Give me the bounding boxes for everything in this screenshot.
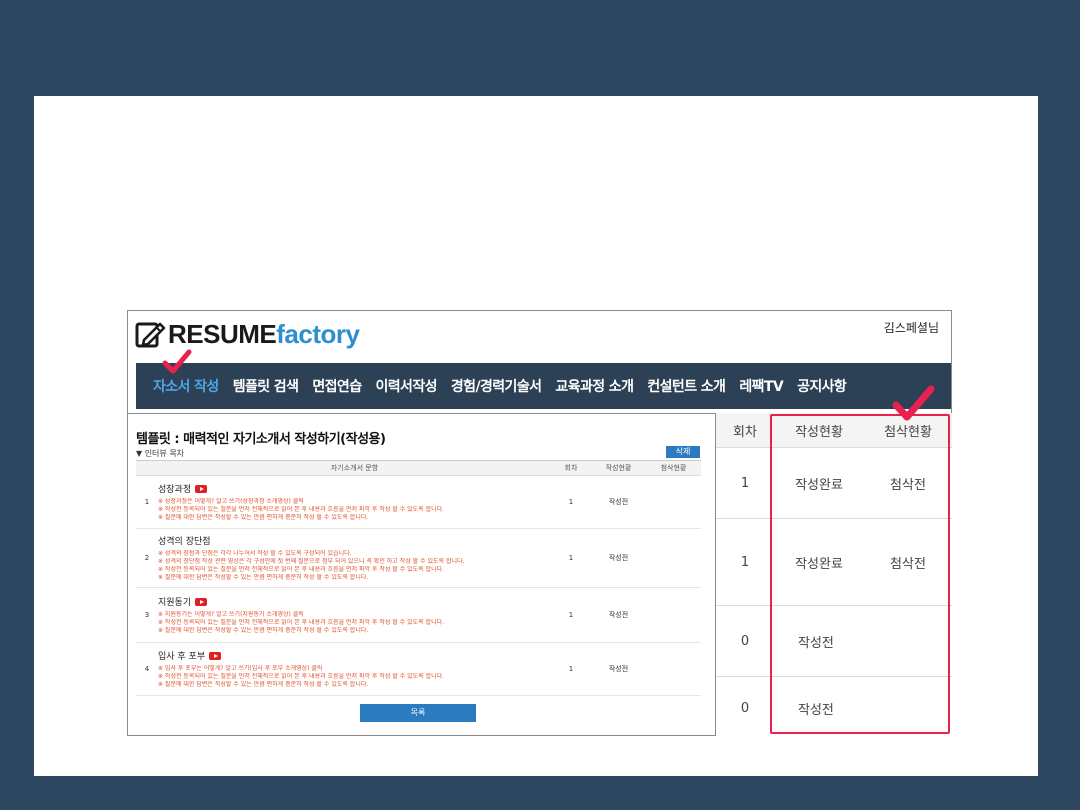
main-navbar: 자소서 작성 템플릿 검색 면접연습 이력서작성 경험/경력기술서 교육과정 소… bbox=[136, 363, 951, 409]
question-note[interactable]: ※ 성장과정은 어떻게? 알고 쓰기(성장과정 소개영상) 클릭 bbox=[158, 498, 551, 506]
row-status: 작성전 bbox=[608, 554, 629, 562]
template-panel: 템플릿 : 매력적인 자기소개서 작성하기(작성용) ▼ 인터뷰 목차 삭제 자… bbox=[128, 413, 716, 736]
zoom-row-status: 작성완료 bbox=[795, 556, 843, 572]
youtube-icon[interactable] bbox=[195, 597, 208, 606]
question-note: ※ 질문에 대한 답변은 작성할 수 있는 만큼 편하게 충분히 작성 할 수 … bbox=[158, 627, 369, 634]
zoom-row: 1 작성완료 첨삭전 bbox=[716, 448, 952, 519]
column-header-review: 첨삭현황 bbox=[660, 464, 687, 472]
question-note: ※ 성격의 장점과 단점은 각각 나누어서 작성 할 수 있도록 구성되어 있습… bbox=[158, 550, 352, 557]
row-count: 1 bbox=[568, 498, 574, 506]
logo-text-resume: RESUME bbox=[168, 318, 277, 349]
question-title[interactable]: 입사 후 포부 bbox=[158, 649, 205, 662]
question-note: ※ 작성전 등록되어 있는 질문을 먼저 전체적으로 읽어 본 후 내용과 흐름… bbox=[158, 619, 445, 626]
zoom-row-count: 1 bbox=[740, 475, 750, 491]
screenshot-frame: RESUMEfactory 김스페셜님 자소서 작성 템플릿 검색 면접연습 이… bbox=[127, 310, 952, 736]
nav-item-courses[interactable]: 교육과정 소개 bbox=[548, 376, 640, 396]
row-number: 2 bbox=[144, 554, 150, 562]
zoom-row-review: 첨삭전 bbox=[890, 556, 926, 572]
question-note: ※ 성격의 장단점 작성 관련 영상은 각 구성안에 첫 번째 질문으로 첨부 … bbox=[158, 558, 465, 565]
zoom-header-status: 작성현황 bbox=[795, 424, 843, 440]
row-number: 4 bbox=[144, 665, 150, 673]
zoom-row-review: 첨삭전 bbox=[890, 477, 926, 493]
table-row[interactable]: 2 성격의 장단점 ※ 성격의 장점과 단점은 각각 나누어서 작성 할 수 있… bbox=[136, 529, 701, 588]
nav-item-resume[interactable]: 이력서작성 bbox=[369, 376, 444, 396]
nav-item-template-search[interactable]: 템플릿 검색 bbox=[226, 376, 306, 396]
pencil-document-icon bbox=[135, 322, 166, 348]
zoom-row-count: 0 bbox=[740, 633, 750, 649]
zoom-row-status: 작성전 bbox=[798, 635, 834, 651]
zoom-row-status: 작성전 bbox=[798, 702, 834, 718]
row-number: 1 bbox=[144, 498, 150, 506]
checkmark-icon bbox=[892, 385, 935, 421]
zoom-row-status: 작성완료 bbox=[795, 477, 843, 493]
template-title: 템플릿 : 매력적인 자기소개서 작성하기(작성용) bbox=[136, 432, 386, 447]
row-status: 작성전 bbox=[608, 611, 629, 619]
table-row[interactable]: 3 지원동기 ※ 지원동기는 어떻게? 알고 쓰기(지원동기 소개영상) 클릭 … bbox=[136, 588, 701, 643]
column-header-status: 작성현황 bbox=[605, 464, 632, 472]
question-note: ※ 질문에 대한 답변은 작성할 수 있는 만큼 편하게 충분히 작성 할 수 … bbox=[158, 681, 369, 688]
interview-toc-toggle[interactable]: ▼ 인터뷰 목차 bbox=[136, 448, 184, 459]
delete-button[interactable]: 삭제 bbox=[666, 446, 700, 458]
question-note[interactable]: ※ 지원동기는 어떻게? 알고 쓰기(지원동기 소개영상) 클릭 bbox=[158, 611, 551, 619]
question-table: 자기소개서 문항 회차 작성현황 첨삭현황 1 성장과정 ※ 성장과정은 어떻게… bbox=[136, 460, 701, 696]
question-note[interactable]: ※ 입사 후 포부는 어떻게? 알고 쓰기(입사 후 포부 소개영상) 클릭 bbox=[158, 665, 551, 673]
row-count: 1 bbox=[568, 611, 574, 619]
user-name[interactable]: 김스페셜님 bbox=[884, 319, 939, 336]
table-row[interactable]: 1 성장과정 ※ 성장과정은 어떻게? 알고 쓰기(성장과정 소개영상) 클릭 … bbox=[136, 476, 701, 529]
table-row[interactable]: 4 입사 후 포부 ※ 입사 후 포부는 어떻게? 알고 쓰기(입사 후 포부 … bbox=[136, 643, 701, 696]
nav-item-interview[interactable]: 면접연습 bbox=[305, 376, 368, 396]
column-header-count: 회차 bbox=[564, 464, 578, 472]
zoom-row: 0 작성전 bbox=[716, 606, 952, 677]
question-note: ※ 작성전 등록되어 있는 질문을 먼저 전체적으로 읽어 본 후 내용과 흐름… bbox=[158, 506, 445, 513]
question-title[interactable]: 성격의 장단점 bbox=[158, 534, 211, 547]
youtube-icon[interactable] bbox=[195, 484, 208, 493]
row-number: 3 bbox=[144, 611, 150, 619]
row-status: 작성전 bbox=[608, 498, 629, 506]
status-zoom-panel: 회차 작성현황 첨삭현황 1 작성완료 첨삭전 1 작성완료 첨삭전 0 작성전… bbox=[716, 413, 952, 736]
row-count: 1 bbox=[568, 554, 574, 562]
nav-item-notice[interactable]: 공지사항 bbox=[790, 376, 853, 396]
zoom-row: 1 작성완료 첨삭전 bbox=[716, 519, 952, 606]
logo-text-factory: factory bbox=[276, 318, 360, 349]
zoom-row: 0 작성전 bbox=[716, 677, 952, 739]
resumefactory-logo[interactable]: RESUMEfactory bbox=[134, 317, 360, 351]
question-note: ※ 작성전 등록되어 있는 질문을 먼저 전체적으로 읽어 본 후 내용과 흐름… bbox=[158, 566, 445, 573]
question-note: ※ 질문에 대한 답변은 작성할 수 있는 만큼 편하게 충분히 작성 할 수 … bbox=[158, 574, 369, 581]
column-header-question: 자기소개서 문항 bbox=[330, 464, 379, 472]
zoom-row-count: 0 bbox=[740, 700, 750, 716]
zoom-row-count: 1 bbox=[740, 554, 750, 570]
row-count: 1 bbox=[568, 665, 574, 673]
question-table-header: 자기소개서 문항 회차 작성현황 첨삭현황 bbox=[136, 460, 701, 476]
checkmark-icon bbox=[162, 349, 192, 374]
nav-item-consultants[interactable]: 컨설턴트 소개 bbox=[640, 376, 732, 396]
nav-item-tv[interactable]: 레팩TV bbox=[732, 376, 790, 396]
row-status: 작성전 bbox=[608, 665, 629, 673]
question-title[interactable]: 성장과정 bbox=[158, 482, 191, 495]
youtube-icon[interactable] bbox=[209, 651, 222, 660]
nav-item-experience[interactable]: 경험/경력기술서 bbox=[444, 376, 548, 396]
nav-item-cover-letter[interactable]: 자소서 작성 bbox=[146, 376, 226, 396]
list-button[interactable]: 목록 bbox=[360, 704, 476, 722]
question-note: ※ 질문에 대한 답변은 작성할 수 있는 만큼 편하게 충분히 작성 할 수 … bbox=[158, 514, 369, 521]
zoom-header-count: 회차 bbox=[733, 424, 757, 440]
question-note: ※ 작성전 등록되어 있는 질문을 먼저 전체적으로 읽어 본 후 내용과 흐름… bbox=[158, 673, 445, 680]
question-title[interactable]: 지원동기 bbox=[158, 595, 191, 608]
